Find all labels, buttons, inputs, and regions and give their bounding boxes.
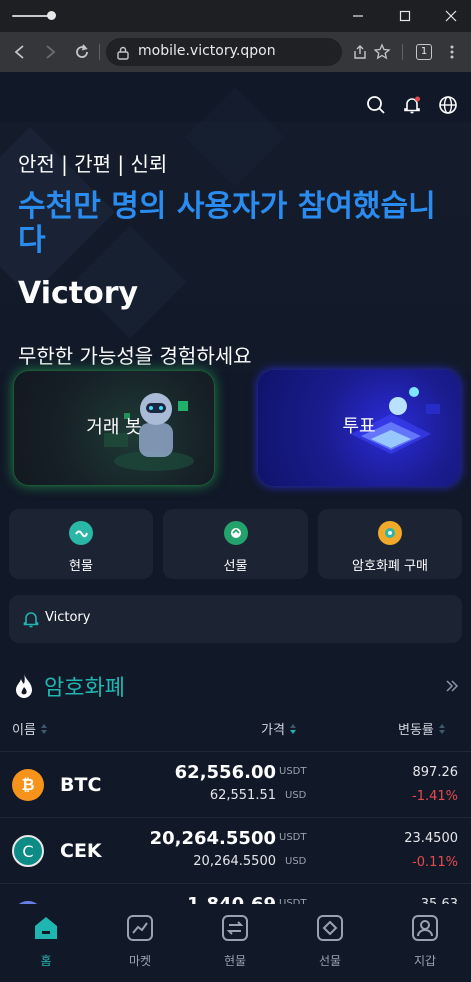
window-titlebar <box>0 0 471 32</box>
page-content: 안전 | 간편 | 신뢰 수천만 명의 사용자가 참여했습니다 Victory … <box>0 72 471 982</box>
coin-symbol: BTC <box>60 774 102 796</box>
market-section-title: 암호화폐 <box>44 676 125 701</box>
market-row-cek[interactable]: C CEK 20,264.5500 USDT 20,264.5500 USD 2… <box>0 817 471 883</box>
sort-icon <box>438 723 445 734</box>
bottom-tab-bar: 홈 마켓 현물 선물 지갑 <box>0 904 471 982</box>
url-text[interactable]: mobile.victory.qpon <box>138 43 276 59</box>
spot-exchange-icon <box>222 915 248 941</box>
futures-diamond-icon <box>317 915 343 941</box>
quick-action-label: 현물 <box>69 559 93 574</box>
coin-price-usd: 62,551.51 <box>209 788 276 803</box>
tab-label: 마켓 <box>128 954 152 968</box>
vote-card[interactable]: 투표 <box>258 370 460 486</box>
coin-price: 62,556.00 <box>174 762 276 783</box>
menu-kebab-icon[interactable] <box>440 40 464 64</box>
wallet-user-icon <box>412 915 438 941</box>
hero-tagline: 안전 | 간편 | 신뢰 <box>18 152 168 176</box>
brand-name: Victory <box>18 276 139 311</box>
market-chart-icon <box>127 915 153 941</box>
column-header-label: 이름 <box>12 723 36 738</box>
fire-icon <box>16 674 32 698</box>
toolbar-divider <box>402 44 403 60</box>
more-chevrons-icon[interactable] <box>445 678 459 697</box>
share-icon[interactable] <box>348 40 372 64</box>
market-row-btc[interactable]: ₿ BTC 62,556.00 USDT 62,551.51 USD 897.2… <box>0 751 471 817</box>
quick-action-label: 선물 <box>223 559 248 574</box>
column-header-change[interactable]: 변동률 <box>398 719 446 738</box>
bitcoin-icon: ₿ <box>12 769 44 801</box>
column-header-label: 가격 <box>261 723 285 738</box>
tab-home[interactable]: 홈 <box>16 910 76 970</box>
browser-toolbar: mobile.victory.qpon 1 <box>0 32 471 72</box>
hero-decoration <box>185 87 285 187</box>
sort-icon <box>40 723 47 734</box>
reload-icon[interactable] <box>70 40 94 64</box>
quick-action-spot[interactable]: 현물 <box>9 509 153 579</box>
zoom-slider-knob[interactable] <box>47 11 56 20</box>
forward-icon[interactable] <box>38 40 62 64</box>
tab-label: 선물 <box>318 954 342 968</box>
sort-icon <box>289 723 296 734</box>
spot-icon <box>69 521 93 545</box>
price-unit: USDT <box>279 766 307 777</box>
buy-crypto-icon <box>378 521 402 545</box>
change-absolute: 897.26 <box>412 765 459 780</box>
lock-icon[interactable] <box>117 45 129 64</box>
trading-bot-card[interactable]: 거래 봇 <box>13 370 215 486</box>
zoom-slider-track[interactable] <box>12 15 50 17</box>
vote-label: 투표 <box>342 416 376 437</box>
tab-spot[interactable]: 현물 <box>205 910 265 970</box>
coin-symbol: CEK <box>60 840 102 862</box>
column-header-label: 변동률 <box>398 723 434 738</box>
announcement-bar[interactable]: Victory <box>9 595 462 643</box>
trading-bot-label: 거래 봇 <box>86 417 142 438</box>
column-header-price[interactable]: 가격 <box>261 719 297 738</box>
tab-wallet[interactable]: 지갑 <box>395 910 455 970</box>
tab-market[interactable]: 마켓 <box>110 910 170 970</box>
language-globe-icon[interactable] <box>437 94 459 116</box>
change-percent: -1.41% <box>412 789 458 804</box>
header-icons <box>365 94 459 116</box>
usd-unit: USD <box>285 790 307 801</box>
minimize-icon[interactable] <box>347 6 369 26</box>
tab-label: 지갑 <box>413 954 437 968</box>
maximize-icon[interactable] <box>394 6 416 26</box>
quick-action-label: 암호화폐 구매 <box>352 559 428 574</box>
market-section-header: 암호화폐 <box>12 670 125 702</box>
change-percent: -0.11% <box>412 855 458 870</box>
coin-price-usd: 20,264.5500 <box>193 854 276 869</box>
futures-icon <box>223 521 248 545</box>
home-icon <box>35 917 57 939</box>
hero-headline: 수천만 명의 사용자가 참여했습니다 <box>18 189 436 258</box>
notification-bell-icon[interactable] <box>401 94 423 116</box>
announcement-bell-icon <box>23 612 39 628</box>
coin-price: 20,264.5500 <box>149 828 276 849</box>
explore-heading: 무한한 가능성을 경험하세요 <box>18 344 252 368</box>
quick-action-buy-crypto[interactable]: 암호화폐 구매 <box>318 509 462 579</box>
search-icon[interactable] <box>365 94 387 116</box>
cek-coin-icon: C <box>12 835 44 867</box>
change-absolute: 23.4500 <box>404 831 458 846</box>
announcement-text: Victory <box>45 610 91 625</box>
quick-action-futures[interactable]: 선물 <box>163 509 308 579</box>
tab-label: 현물 <box>223 954 247 968</box>
address-bar[interactable]: mobile.victory.qpon <box>106 38 342 66</box>
usd-unit: USD <box>285 856 307 867</box>
tab-futures[interactable]: 선물 <box>300 910 360 970</box>
toolbar-divider <box>99 44 100 60</box>
column-header-name[interactable]: 이름 <box>12 719 48 738</box>
tab-count-button[interactable]: 1 <box>412 40 436 64</box>
tab-count: 1 <box>416 44 432 60</box>
close-icon[interactable] <box>440 6 462 26</box>
bookmark-star-icon[interactable] <box>371 40 395 64</box>
back-icon[interactable] <box>8 40 32 64</box>
price-unit: USDT <box>279 832 307 843</box>
tab-label: 홈 <box>40 954 52 968</box>
